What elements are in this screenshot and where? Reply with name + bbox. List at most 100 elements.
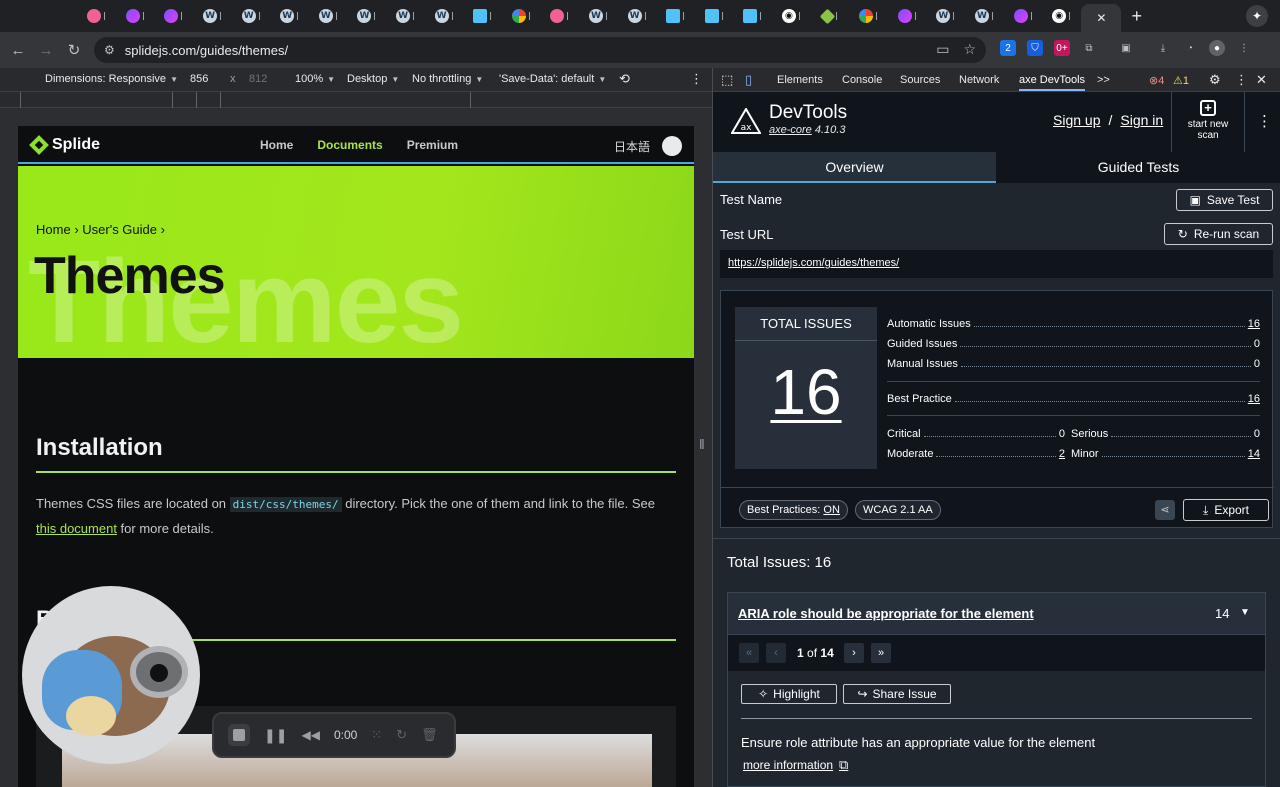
cast-icon[interactable]: ▭ bbox=[936, 41, 949, 58]
width-input[interactable]: 856 bbox=[190, 73, 208, 85]
start-new-scan-button[interactable]: + start new scan bbox=[1171, 92, 1245, 152]
more-tabs-icon[interactable]: >> bbox=[1097, 74, 1110, 86]
tab-axe-devtools[interactable]: axe DevTools bbox=[1019, 74, 1086, 91]
media-query-ruler[interactable] bbox=[0, 92, 712, 108]
download-icon[interactable]: ⤓ bbox=[1155, 40, 1171, 56]
browser-tab[interactable] bbox=[734, 4, 773, 28]
nav-premium[interactable]: Premium bbox=[407, 138, 458, 152]
tab-sources[interactable]: Sources bbox=[900, 74, 940, 86]
browser-tab[interactable] bbox=[811, 4, 850, 28]
browser-tab[interactable]: ◉ bbox=[773, 4, 812, 28]
share-icon[interactable]: ⋖ bbox=[1155, 500, 1175, 520]
stat-value-link[interactable]: 14 bbox=[1248, 448, 1260, 460]
issue-header[interactable]: ARIA role should be appropriate for the … bbox=[728, 593, 1265, 635]
save-test-button[interactable]: ▣ Save Test bbox=[1176, 189, 1273, 211]
nav-documents[interactable]: Documents bbox=[317, 138, 382, 152]
height-input[interactable]: 812 bbox=[249, 73, 267, 85]
breadcrumb-home[interactable]: Home bbox=[36, 222, 71, 237]
stat-value-link[interactable]: 16 bbox=[1248, 318, 1260, 330]
menu-kebab-icon[interactable]: ⋮ bbox=[1236, 40, 1252, 56]
browser-tab[interactable] bbox=[78, 4, 117, 28]
sign-up-link[interactable]: Sign up bbox=[1053, 112, 1100, 128]
extensions-puzzle-icon[interactable]: ⧉ bbox=[1081, 40, 1097, 56]
sign-in-link[interactable]: Sign in bbox=[1120, 112, 1163, 128]
dimensions-select[interactable]: Dimensions: Responsive ▼ bbox=[45, 73, 178, 85]
browser-tab[interactable]: W bbox=[927, 4, 966, 28]
zoom-select[interactable]: 100% ▼ bbox=[295, 73, 335, 85]
share-issue-button[interactable]: ↪ Share Issue bbox=[843, 684, 951, 704]
restart-icon[interactable]: ↻ bbox=[396, 727, 407, 743]
resize-handle-icon[interactable]: ‖ bbox=[699, 436, 705, 458]
highlight-button[interactable]: ✧ Highlight bbox=[741, 684, 837, 704]
tab-guided-tests[interactable]: Guided Tests bbox=[997, 152, 1280, 183]
device-more-icon[interactable]: ⋮ bbox=[690, 71, 703, 87]
github-icon[interactable] bbox=[662, 136, 682, 156]
site-settings-icon[interactable]: ⚙ bbox=[104, 43, 115, 57]
rewind-icon[interactable]: ◀◀ bbox=[301, 728, 319, 742]
breadcrumb-guide[interactable]: User's Guide bbox=[82, 222, 157, 237]
throttling-select[interactable]: No throttling ▼ bbox=[412, 73, 483, 85]
extension-badge-icon[interactable]: 0+ bbox=[1054, 40, 1070, 56]
wcag-chip[interactable]: WCAG 2.1 AA bbox=[855, 500, 941, 520]
rotate-icon[interactable]: ⟲ bbox=[619, 71, 630, 87]
bitwarden-icon[interactable]: ⛉ bbox=[1027, 40, 1043, 56]
rerun-scan-button[interactable]: ↻ Re-run scan bbox=[1164, 223, 1273, 245]
delete-icon[interactable]: 🗑 bbox=[421, 727, 438, 743]
browser-tab[interactable]: W bbox=[618, 4, 657, 28]
save-data-select[interactable]: 'Save-Data': default ▼ bbox=[499, 73, 606, 85]
performance-icon[interactable]: ◔ bbox=[1182, 40, 1198, 56]
browser-tab[interactable]: ◉ bbox=[1043, 4, 1082, 28]
device-toolbar-icon[interactable]: ▯ bbox=[745, 72, 752, 88]
first-page-icon[interactable]: « bbox=[739, 643, 759, 663]
reload-icon[interactable]: ↻ bbox=[60, 41, 88, 59]
sidepanel-icon[interactable]: ▣ bbox=[1118, 40, 1134, 56]
bookmark-star-icon[interactable]: ☆ bbox=[963, 41, 976, 58]
new-tab-button[interactable]: + bbox=[1131, 6, 1142, 27]
this-document-link[interactable]: this document bbox=[36, 521, 117, 536]
splide-logo[interactable]: Splide bbox=[29, 135, 100, 155]
next-page-icon[interactable]: › bbox=[844, 643, 864, 663]
best-practices-chip[interactable]: Best Practices: ON bbox=[739, 500, 848, 520]
address-url[interactable]: splidejs.com/guides/themes/ bbox=[125, 43, 288, 58]
browser-tab[interactable]: W bbox=[348, 4, 387, 28]
browser-tab[interactable] bbox=[888, 4, 927, 28]
forward-icon[interactable]: → bbox=[32, 42, 60, 59]
device-select[interactable]: Desktop ▼ bbox=[347, 73, 399, 85]
pause-icon[interactable]: ❚❚ bbox=[264, 727, 287, 744]
warning-count-badge[interactable]: ⚠1 bbox=[1173, 74, 1189, 87]
stop-recording-button[interactable] bbox=[228, 724, 250, 746]
gemini-icon[interactable]: ✦ bbox=[1246, 5, 1268, 27]
axe-menu-icon[interactable]: ⋮ bbox=[1257, 112, 1272, 130]
issue-title[interactable]: ARIA role should be appropriate for the … bbox=[738, 606, 1034, 621]
browser-tab[interactable]: W bbox=[310, 4, 349, 28]
axe-core-link[interactable]: axe-core bbox=[769, 124, 812, 136]
extension-icon[interactable]: 2 bbox=[1000, 40, 1016, 56]
tab-network[interactable]: Network bbox=[959, 74, 999, 86]
settings-gear-icon[interactable]: ⚙ bbox=[1209, 72, 1221, 88]
browser-tab[interactable]: W bbox=[232, 4, 271, 28]
error-count-badge[interactable]: ⊗4 bbox=[1149, 74, 1164, 87]
browser-tab[interactable]: W bbox=[966, 4, 1005, 28]
browser-tab[interactable] bbox=[657, 4, 696, 28]
back-icon[interactable]: ← bbox=[4, 42, 32, 59]
browser-tab[interactable] bbox=[503, 4, 542, 28]
language-link[interactable]: 日本語 bbox=[614, 138, 650, 155]
browser-tab[interactable] bbox=[155, 4, 194, 28]
browser-tab[interactable] bbox=[1004, 4, 1043, 28]
inspect-element-icon[interactable]: ⬚ bbox=[721, 72, 733, 88]
tab-elements[interactable]: Elements bbox=[777, 74, 823, 86]
total-issues-count[interactable]: 16 bbox=[735, 355, 877, 429]
close-tab-icon[interactable]: ✕ bbox=[1096, 11, 1106, 25]
tab-overview[interactable]: Overview bbox=[713, 152, 996, 183]
stat-value-link[interactable]: 2 bbox=[1059, 448, 1065, 460]
browser-tab[interactable]: W bbox=[580, 4, 619, 28]
address-bar[interactable]: ⚙ splidejs.com/guides/themes/ ▭ ☆ bbox=[94, 37, 986, 63]
browser-tab[interactable] bbox=[117, 4, 156, 28]
browser-tab[interactable]: W bbox=[387, 4, 426, 28]
browser-tab[interactable]: W bbox=[425, 4, 464, 28]
browser-tab[interactable] bbox=[464, 4, 503, 28]
last-page-icon[interactable]: » bbox=[871, 643, 891, 663]
nav-home[interactable]: Home bbox=[260, 138, 293, 152]
prev-page-icon[interactable]: ‹ bbox=[766, 643, 786, 663]
chevron-down-icon[interactable]: ▼ bbox=[1240, 607, 1250, 618]
